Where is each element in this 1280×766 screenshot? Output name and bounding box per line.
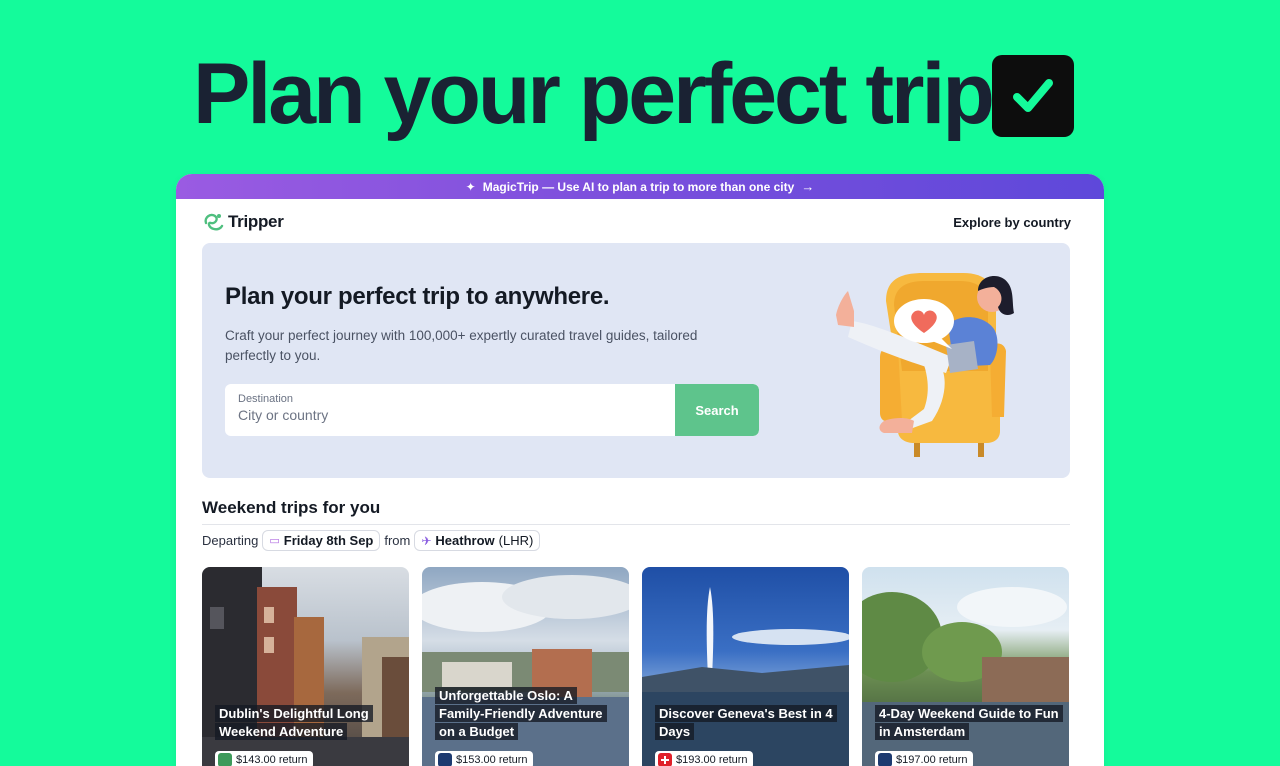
brand-name: Tripper xyxy=(228,212,284,231)
date-picker[interactable]: ▭ Friday 8th Sep xyxy=(262,530,381,551)
departing-label: Departing xyxy=(202,533,259,548)
from-label: from xyxy=(384,533,411,548)
weekend-trips-title: Weekend trips for you xyxy=(202,498,381,517)
departing-row: Departing ▭ Friday 8th Sep from ✈ Heathr… xyxy=(202,530,541,551)
hero-subtitle: Craft your perfect journey with 100,000+… xyxy=(225,328,698,363)
hero-card: Plan your perfect trip to anywhere. Craf… xyxy=(202,243,1070,478)
trip-card-amsterdam[interactable]: 4-Day Weekend Guide to Fun in Amsterdam … xyxy=(862,567,1069,766)
british-airways-icon xyxy=(438,753,452,766)
plane-icon: ✈ xyxy=(421,533,432,548)
trip-card-dublin[interactable]: Dublin's Delightful Long Weekend Adventu… xyxy=(202,567,409,766)
swiss-icon xyxy=(658,753,672,766)
traveler-in-armchair-illustration xyxy=(836,273,1014,457)
promo-text: MagicTrip — Use AI to plan a trip to mor… xyxy=(482,179,795,194)
trip-cards: Dublin's Delightful Long Weekend Adventu… xyxy=(202,567,1069,766)
destination-label: Destination xyxy=(238,393,294,405)
card-title: Unforgettable Oslo: A Family-Friendly Ad… xyxy=(435,687,621,741)
checkmark-icon xyxy=(992,55,1074,137)
section-divider xyxy=(202,524,1070,525)
card-title: Discover Geneva's Best in 4 Days xyxy=(655,705,841,741)
trip-card-oslo[interactable]: Unforgettable Oslo: A Family-Friendly Ad… xyxy=(422,567,629,766)
departure-date: Friday 8th Sep xyxy=(283,533,374,548)
airport-picker[interactable]: ✈ Heathrow (LHR) xyxy=(414,530,541,551)
sparkle-icon: ✦ xyxy=(465,179,476,194)
brand-logo[interactable]: Tripper xyxy=(202,211,284,233)
search-button[interactable]: Search xyxy=(675,384,759,436)
hero-title: Plan your perfect trip to anywhere. xyxy=(225,283,610,310)
price-badge: $143.00 return xyxy=(215,751,313,766)
destination-input[interactable] xyxy=(238,407,662,423)
british-airways-icon xyxy=(878,753,892,766)
price-text: $153.00 return xyxy=(456,754,528,766)
price-text: $193.00 return xyxy=(676,754,748,766)
trip-card-geneva[interactable]: Discover Geneva's Best in 4 Days $193.00… xyxy=(642,567,849,766)
card-title: 4-Day Weekend Guide to Fun in Amsterdam xyxy=(875,705,1063,741)
top-nav: Tripper Explore by country xyxy=(202,209,1071,235)
app-window: ✦ MagicTrip — Use AI to plan a trip to m… xyxy=(176,174,1104,766)
price-badge: $197.00 return xyxy=(875,751,973,766)
explore-by-country-link[interactable]: Explore by country xyxy=(953,215,1071,230)
destination-field[interactable]: Destination xyxy=(225,384,675,436)
search-box: Destination Search xyxy=(225,384,759,436)
airport-name: Heathrow xyxy=(435,533,495,548)
aer-lingus-icon xyxy=(218,753,232,766)
price-text: $143.00 return xyxy=(236,754,308,766)
arrow-right-icon: → xyxy=(801,179,815,194)
price-badge: $193.00 return xyxy=(655,751,753,766)
airport-code: (LHR) xyxy=(498,533,534,548)
calendar-icon: ▭ xyxy=(269,535,280,547)
price-text: $197.00 return xyxy=(896,754,968,766)
tripper-logo-icon xyxy=(204,213,224,231)
price-badge: $153.00 return xyxy=(435,751,533,766)
card-title: Dublin's Delightful Long Weekend Adventu… xyxy=(215,705,401,741)
headline: Plan your perfect trip xyxy=(193,46,995,142)
magictrip-banner[interactable]: ✦ MagicTrip — Use AI to plan a trip to m… xyxy=(176,174,1104,199)
